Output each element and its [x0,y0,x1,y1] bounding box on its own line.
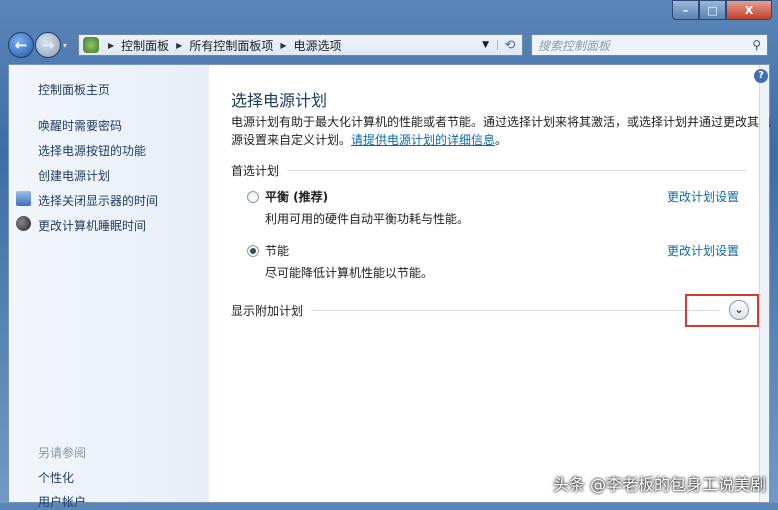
plan-name[interactable]: 节能 [265,242,289,259]
chevron-right-icon[interactable]: ▶ [280,41,286,50]
see-also-heading: 另请参阅 [38,446,87,460]
change-plan-settings-link[interactable]: 更改计划设置 [667,242,739,259]
additional-plans-label: 显示附加计划 [231,304,304,318]
address-bar[interactable]: ▶ 控制面板 ▶ 所有控制面板项 ▶ 电源选项 ▼ ⟲ [78,34,523,56]
divider [311,310,719,311]
search-input[interactable]: 搜索控制面板 ⚲ [531,34,768,56]
chevron-right-icon[interactable]: ▶ [108,41,114,50]
divider [287,170,747,171]
plan-description: 尽可能降低计算机性能以节能。 [265,266,434,280]
moon-icon [16,216,31,231]
description-end: 。 [495,133,508,147]
sidebar: 控制面板主页 唤醒时需要密码 选择电源按钮的功能 创建电源计划 选择关闭显示器的… [9,65,209,509]
address-dropdown-icon[interactable]: ▼ [474,40,498,50]
search-icon[interactable]: ⚲ [752,38,761,52]
content-area: 控制面板主页 唤醒时需要密码 选择电源按钮的功能 创建电源计划 选择关闭显示器的… [8,64,771,509]
sidebar-item-display-off[interactable]: 选择关闭显示器的时间 [38,192,158,209]
monitor-clock-icon [16,191,31,206]
page-description: 电源计划有助于最大化计算机的性能或者节能。通过选择计划来将其激活，或选择计划并通… [231,113,771,149]
plan-details-link[interactable]: 请提供电源计划的详细信息 [351,133,495,147]
sidebar-home[interactable]: 控制面板主页 [38,81,110,98]
preferred-plans-group: 首选计划 [231,162,747,179]
minimize-button[interactable]: – [672,0,699,20]
window-controls: – □ X [672,0,772,20]
change-plan-settings-link[interactable]: 更改计划设置 [667,188,739,205]
preferred-plans-label: 首选计划 [231,164,280,178]
sidebar-item-wake-password[interactable]: 唤醒时需要密码 [38,117,122,134]
help-icon[interactable]: ? [754,69,768,83]
close-button[interactable]: X [726,0,772,20]
plan-name[interactable]: 平衡 (推荐) [265,188,328,205]
back-button[interactable]: ← [8,32,34,58]
search-placeholder: 搜索控制面板 [538,38,611,53]
sidebar-item-personalize[interactable]: 个性化 [38,469,74,486]
breadcrumb-control-panel[interactable]: 控制面板 [121,37,169,54]
sidebar-item-user-accounts[interactable]: 用户帐户 [38,493,86,510]
recent-pages-dropdown[interactable]: ▾ [63,41,67,50]
plan-description: 利用可用的硬件自动平衡功耗与性能。 [265,212,470,226]
nav-buttons: ← → ▾ [8,32,67,58]
maximize-button[interactable]: □ [699,0,726,20]
refresh-icon[interactable]: ⟲ [498,38,522,53]
chevron-right-icon[interactable]: ▶ [176,41,182,50]
sidebar-item-power-button[interactable]: 选择电源按钮的功能 [38,142,146,159]
main-panel: 选择电源计划 电源计划有助于最大化计算机的性能或者节能。通过选择计划来将其激活，… [209,65,771,502]
sidebar-item-sleep[interactable]: 更改计算机睡眠时间 [38,217,146,234]
forward-button[interactable]: → [35,32,61,58]
control-panel-icon [83,37,99,53]
watermark: 头条 @李老板的包身工说美剧 [552,475,766,494]
breadcrumb-power-options[interactable]: 电源选项 [294,37,342,54]
plan-radio-balanced[interactable] [247,191,259,203]
scrollbar[interactable]: ? [754,65,769,502]
plan-radio-power-saver[interactable] [247,245,259,257]
page-title: 选择电源计划 [231,91,328,110]
additional-plans-group: 显示附加计划 [231,302,719,319]
breadcrumb-all-items[interactable]: 所有控制面板项 [189,37,273,54]
sidebar-item-create-plan[interactable]: 创建电源计划 [38,167,110,184]
highlight-box [685,294,759,327]
